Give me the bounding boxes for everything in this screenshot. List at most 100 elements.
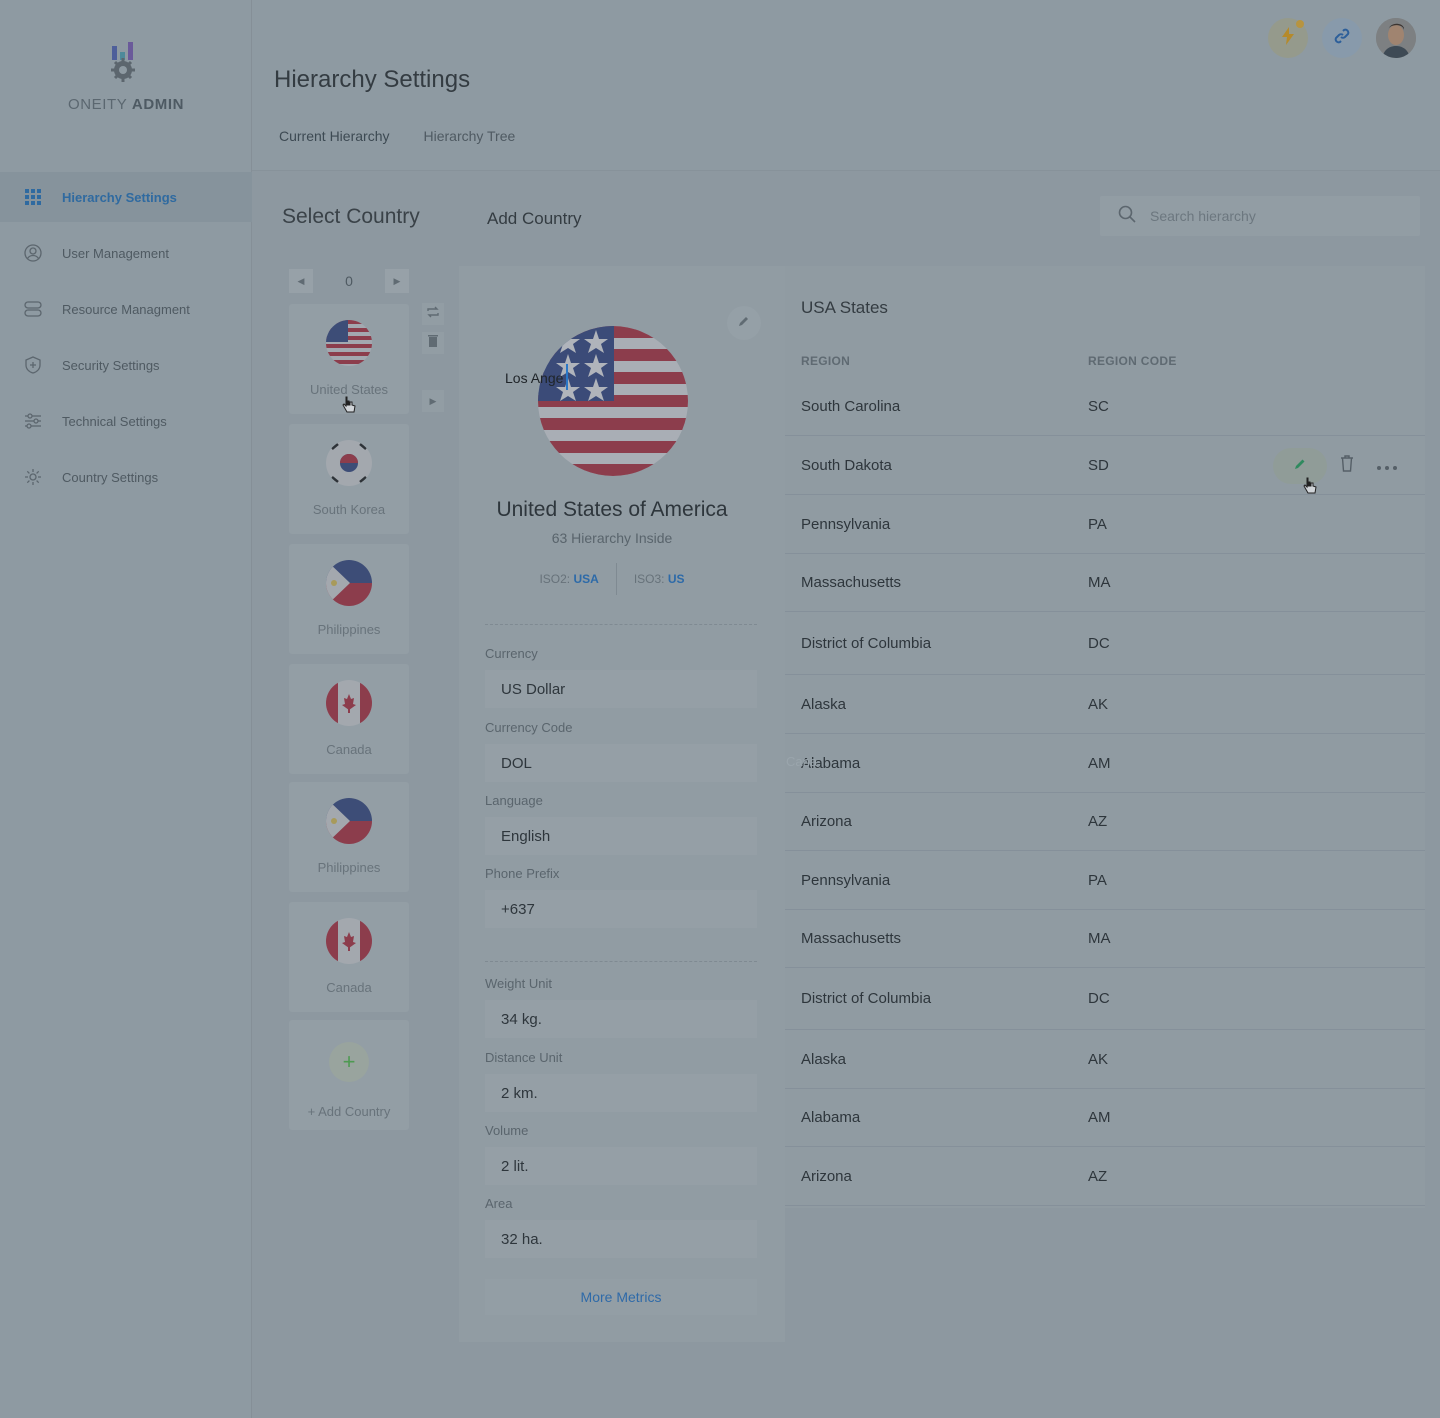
grid-icon: [24, 188, 42, 206]
sidebar-item-technical-settings[interactable]: Technical Settings: [0, 396, 252, 446]
region-name: South Carolina: [801, 398, 901, 415]
column-header-region-code[interactable]: REGION CODE: [1088, 354, 1177, 368]
sidebar-item-label: Country Settings: [62, 469, 159, 485]
pointer-cursor-icon: [342, 396, 356, 419]
search-input[interactable]: [1150, 208, 1390, 224]
avatar[interactable]: [1376, 18, 1416, 58]
area-field[interactable]: 32 ha.: [485, 1220, 757, 1258]
currency-label: Currency: [485, 646, 538, 661]
iso3-label: ISO3:: [633, 572, 665, 586]
notifications-button[interactable]: [1268, 18, 1308, 58]
table-row[interactable]: Pennsylvania PA: [785, 496, 1425, 554]
country-card-south-korea[interactable]: South Korea: [289, 424, 409, 534]
volume-field[interactable]: 2 lit.: [485, 1147, 757, 1185]
chevron-left-icon: ◀: [297, 275, 305, 286]
region-code: PA: [1088, 516, 1107, 533]
table-row[interactable]: Alabama AM: [785, 1089, 1425, 1147]
sidebar-item-country-settings[interactable]: Country Settings: [0, 452, 252, 502]
hierarchy-count: 63 Hierarchy Inside: [551, 530, 673, 546]
table-row[interactable]: South Dakota SD: [785, 437, 1425, 495]
pager-prev-button[interactable]: ◀: [289, 269, 313, 293]
region-name: Pennsylvania: [801, 516, 891, 533]
country-name: Philippines: [317, 622, 381, 637]
ca-flag-icon: [326, 680, 372, 726]
weight-unit-field[interactable]: 34 kg.: [485, 1000, 757, 1038]
trash-icon: [428, 334, 438, 352]
us-flag-large-icon: [538, 326, 688, 476]
select-country-title: Select Country: [282, 205, 420, 228]
row-delete-button[interactable]: [1327, 448, 1367, 484]
region-code: SC: [1088, 398, 1109, 415]
sidebar-item-user-management[interactable]: User Management: [0, 228, 252, 278]
tab-current-hierarchy[interactable]: Current Hierarchy: [274, 128, 395, 173]
phone-prefix-field[interactable]: +637: [485, 890, 757, 928]
table-row[interactable]: Pennsylvania PA: [785, 852, 1425, 910]
region-code: AK: [1088, 696, 1109, 713]
iso3: ISO3: US: [617, 572, 702, 586]
table-row[interactable]: Arizona AZ: [785, 793, 1425, 851]
sidebar-item-resource-managment[interactable]: Resource Managment: [0, 284, 252, 334]
distance-unit-label: Distance Unit: [485, 1050, 563, 1065]
gear-icon: [24, 468, 42, 486]
table-row[interactable]: Arizona AZ: [785, 1148, 1425, 1206]
language-field[interactable]: English: [485, 817, 757, 855]
currency-code-field[interactable]: DOL: [485, 744, 757, 782]
tab-hierarchy-tree[interactable]: Hierarchy Tree: [418, 128, 520, 173]
table-row[interactable]: South Carolina SC: [785, 378, 1425, 436]
country-name: South Korea: [312, 502, 386, 517]
add-country-card[interactable]: + + Add Country: [289, 1020, 409, 1130]
ghost-label: Cana: [786, 754, 818, 769]
edit-country-button[interactable]: [727, 306, 761, 340]
add-country-title: Add Country: [487, 209, 582, 228]
table-row[interactable]: Alabama AM: [785, 735, 1425, 793]
iso2-value: USA: [573, 572, 599, 586]
country-card-philippines[interactable]: Philippines: [289, 782, 409, 892]
pencil-icon: [738, 314, 750, 332]
expand-button[interactable]: ▶: [422, 390, 444, 412]
phone-prefix-label: Phone Prefix: [485, 866, 560, 881]
table-row[interactable]: District of Columbia DC: [785, 968, 1425, 1030]
country-card-philippines[interactable]: Philippines: [289, 544, 409, 654]
column-header-region[interactable]: REGION: [801, 354, 850, 368]
plus-icon: +: [329, 1042, 369, 1082]
country-name: Philippines: [317, 860, 381, 875]
brand-name-light: ONEITY: [67, 96, 128, 113]
region-name: Arizona: [801, 1168, 852, 1185]
sidebar-item-hierarchy-settings[interactable]: Hierarchy Settings: [0, 172, 252, 222]
table-row[interactable]: District of Columbia DC: [785, 613, 1425, 675]
distance-unit-field[interactable]: 2 km.: [485, 1074, 757, 1112]
country-card-canada[interactable]: Canada: [289, 902, 409, 1012]
tab-bar: Current Hierarchy Hierarchy Tree: [274, 128, 544, 173]
row-more-button[interactable]: [1367, 448, 1407, 484]
volume-label: Volume: [485, 1123, 529, 1138]
currency-field[interactable]: US Dollar: [485, 670, 757, 708]
iso2-label: ISO2:: [539, 572, 571, 586]
sidebar-nav: Hierarchy Settings User Management Resou…: [0, 172, 252, 508]
sidebar-item-label: Security Settings: [62, 357, 160, 373]
table-row[interactable]: Alaska AK: [785, 1031, 1425, 1089]
country-name: United States: [309, 382, 389, 397]
link-icon: [1334, 28, 1350, 49]
swap-button[interactable]: [422, 303, 444, 325]
bolt-icon: [1281, 26, 1295, 50]
section-divider: [485, 961, 757, 962]
table-row[interactable]: Massachusetts MA: [785, 910, 1425, 968]
row-edit-button[interactable]: [1273, 447, 1327, 484]
table-row[interactable]: Alaska AK: [785, 676, 1425, 734]
link-button[interactable]: [1322, 18, 1362, 58]
search-box[interactable]: [1100, 196, 1420, 236]
sidebar: ONEITY ADMIN Hierarchy Settings User Man…: [0, 0, 252, 1418]
region-code: AZ: [1088, 813, 1108, 830]
country-name: Canada: [326, 980, 372, 995]
brand-logo[interactable]: ONEITY ADMIN: [0, 40, 252, 113]
country-card-canada[interactable]: Canada: [289, 664, 409, 774]
region-name: Pennsylvania: [801, 872, 891, 889]
sidebar-item-security-settings[interactable]: Security Settings: [0, 340, 252, 390]
more-metrics-button[interactable]: More Metrics: [485, 1279, 757, 1315]
row-actions: [1273, 437, 1407, 494]
pager-next-button[interactable]: ▶: [384, 269, 409, 293]
delete-country-button[interactable]: [422, 332, 444, 354]
language-label: Language: [485, 793, 543, 808]
table-row[interactable]: Massachusetts MA: [785, 554, 1425, 612]
chevron-right-icon: ▶: [393, 275, 401, 286]
